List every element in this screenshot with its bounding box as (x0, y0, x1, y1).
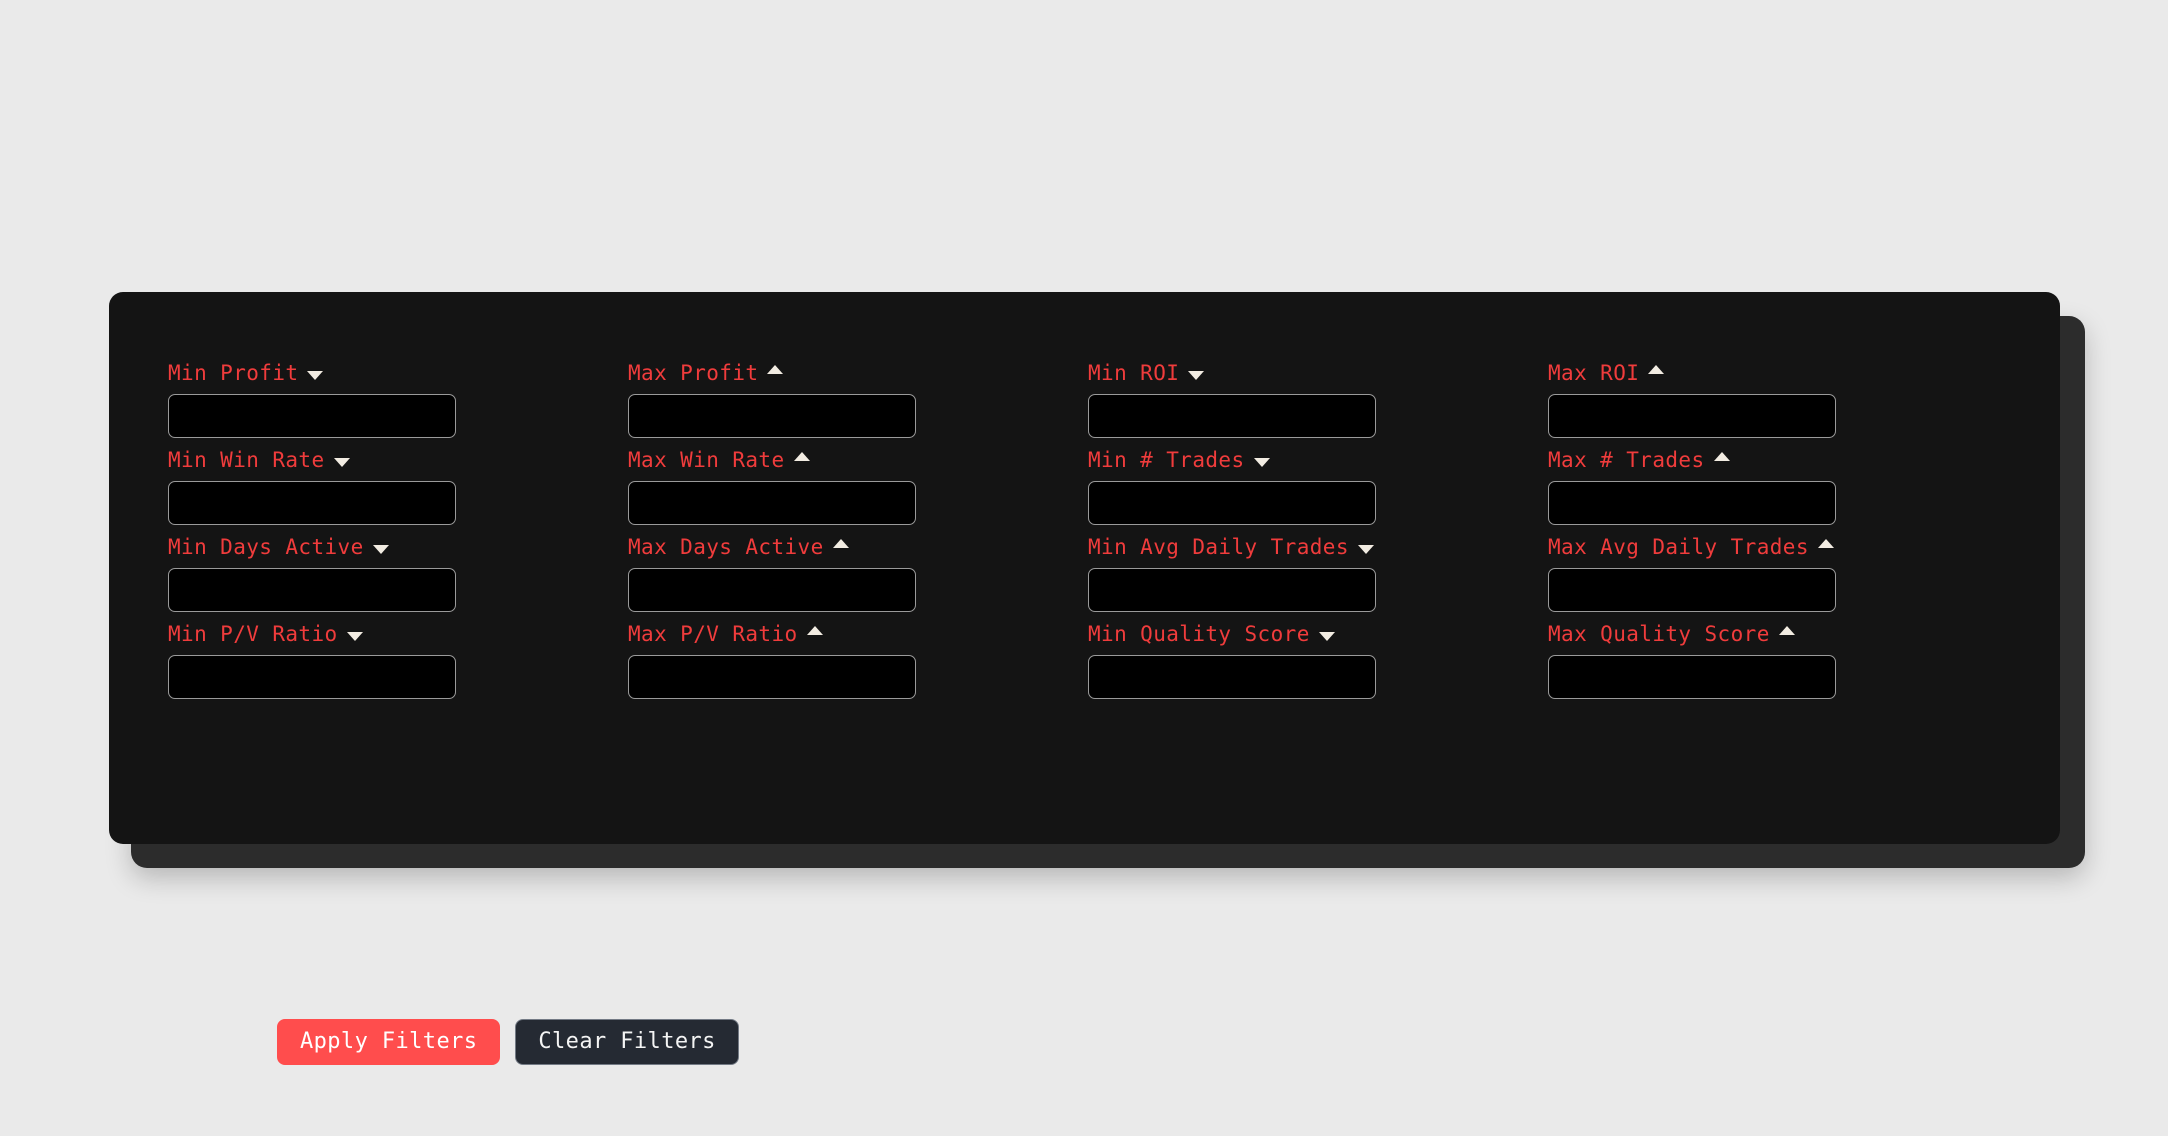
filter-field-label: Max Avg Daily Trades (1548, 535, 1836, 559)
filter-field: Min # Trades (1088, 448, 1376, 535)
filter-label-text: Max Days Active (628, 535, 824, 559)
filter-panel: Min Profit Max Profit Min ROI Max ROI Min Wi… (109, 292, 2060, 1065)
sort-descending-icon[interactable] (1318, 631, 1335, 641)
filter-field: Min Quality Score (1088, 622, 1376, 709)
filter-input[interactable] (1088, 568, 1376, 612)
filter-input[interactable] (168, 568, 456, 612)
sort-descending-icon[interactable] (346, 631, 363, 641)
filter-field: Max # Trades (1548, 448, 1836, 535)
filter-label-text: Min Profit (168, 361, 299, 385)
filter-actions: Apply Filters Clear Filters (277, 1019, 739, 1065)
filter-label-text: Min # Trades (1088, 448, 1245, 472)
filter-input[interactable] (168, 481, 456, 525)
filter-field: Min Win Rate (168, 448, 456, 535)
filter-field: Max Avg Daily Trades (1548, 535, 1836, 622)
filter-input[interactable] (1088, 655, 1376, 699)
filter-field-label: Max Days Active (628, 535, 916, 559)
filter-field-label: Min Win Rate (168, 448, 456, 472)
filter-input[interactable] (628, 655, 916, 699)
filter-input[interactable] (1088, 481, 1376, 525)
sort-ascending-icon[interactable] (767, 364, 784, 374)
filter-input[interactable] (1548, 655, 1836, 699)
filter-input[interactable] (628, 568, 916, 612)
filter-label-text: Max P/V Ratio (628, 622, 798, 646)
filter-field-grid: Min Profit Max Profit Min ROI Max ROI Min Wi… (168, 361, 2008, 709)
filter-field: Min Days Active (168, 535, 456, 622)
filter-field-label: Min Profit (168, 361, 456, 385)
filter-label-text: Max # Trades (1548, 448, 1705, 472)
sort-ascending-icon[interactable] (1778, 625, 1795, 635)
apply-filters-button[interactable]: Apply Filters (277, 1019, 501, 1065)
filter-input[interactable] (1548, 481, 1836, 525)
filter-field-label: Max Win Rate (628, 448, 916, 472)
sort-ascending-icon[interactable] (1817, 538, 1834, 548)
filter-field: Min ROI (1088, 361, 1376, 448)
filter-field: Min Profit (168, 361, 456, 448)
sort-ascending-icon[interactable] (832, 538, 849, 548)
filter-field: Max Quality Score (1548, 622, 1836, 709)
filter-field-label: Max Quality Score (1548, 622, 1836, 646)
filter-label-text: Min Quality Score (1088, 622, 1310, 646)
filter-input[interactable] (1088, 394, 1376, 438)
filter-field-label: Max P/V Ratio (628, 622, 916, 646)
sort-descending-icon[interactable] (1357, 544, 1374, 554)
filter-field: Max Profit (628, 361, 916, 448)
filter-input[interactable] (168, 394, 456, 438)
filter-field-label: Min Quality Score (1088, 622, 1376, 646)
sort-ascending-icon[interactable] (1648, 364, 1665, 374)
filter-field-label: Min # Trades (1088, 448, 1376, 472)
filter-label-text: Max Win Rate (628, 448, 785, 472)
filter-field: Min Avg Daily Trades (1088, 535, 1376, 622)
filter-field-label: Min ROI (1088, 361, 1376, 385)
filter-input[interactable] (628, 481, 916, 525)
sort-descending-icon[interactable] (372, 544, 389, 554)
sort-ascending-icon[interactable] (1713, 451, 1730, 461)
filter-label-text: Max ROI (1548, 361, 1640, 385)
sort-ascending-icon[interactable] (806, 625, 823, 635)
filter-field-label: Max # Trades (1548, 448, 1836, 472)
sort-descending-icon[interactable] (307, 370, 324, 380)
filter-input[interactable] (168, 655, 456, 699)
filter-label-text: Min ROI (1088, 361, 1180, 385)
filter-field-label: Min Days Active (168, 535, 456, 559)
filter-label-text: Max Avg Daily Trades (1548, 535, 1809, 559)
filter-label-text: Max Profit (628, 361, 759, 385)
filter-field: Max Days Active (628, 535, 916, 622)
clear-filters-button[interactable]: Clear Filters (515, 1019, 739, 1065)
filter-field-label: Max ROI (1548, 361, 1836, 385)
filter-field: Max ROI (1548, 361, 1836, 448)
sort-descending-icon[interactable] (333, 457, 350, 467)
filter-field: Max P/V Ratio (628, 622, 916, 709)
filter-label-text: Min P/V Ratio (168, 622, 338, 646)
sort-ascending-icon[interactable] (793, 451, 810, 461)
filter-field: Max Win Rate (628, 448, 916, 535)
filter-field-label: Min P/V Ratio (168, 622, 456, 646)
filter-label-text: Max Quality Score (1548, 622, 1770, 646)
filter-field-label: Min Avg Daily Trades (1088, 535, 1376, 559)
filter-label-text: Min Avg Daily Trades (1088, 535, 1349, 559)
sort-descending-icon[interactable] (1253, 457, 1270, 467)
filter-field-label: Max Profit (628, 361, 916, 385)
filter-input[interactable] (1548, 568, 1836, 612)
filter-label-text: Min Win Rate (168, 448, 325, 472)
filter-input[interactable] (628, 394, 916, 438)
filter-input[interactable] (1548, 394, 1836, 438)
filter-field: Min P/V Ratio (168, 622, 456, 709)
sort-descending-icon[interactable] (1188, 370, 1205, 380)
filter-label-text: Min Days Active (168, 535, 364, 559)
screen: Min Profit Max Profit Min ROI Max ROI Min Wi… (0, 0, 2168, 1136)
